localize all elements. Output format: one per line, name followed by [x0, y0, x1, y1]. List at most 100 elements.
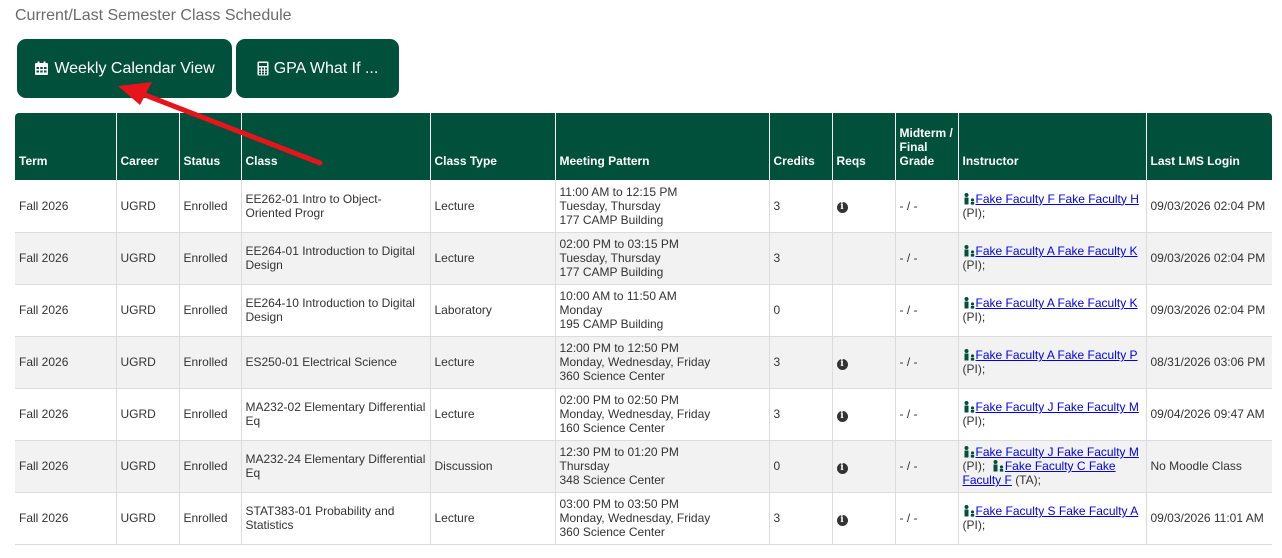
- person-icon: [964, 297, 974, 309]
- cell-meeting-pattern: 10:00 AM to 11:50 AM Monday 195 CAMP Build…: [555, 284, 770, 337]
- table-row: Fall 2026 UGRD Enrolled MA232-02 Elementary…: [15, 388, 1272, 441]
- cell-reqs: i: [832, 388, 896, 441]
- cell-class-type: Discussion: [430, 440, 556, 493]
- meeting-location: 360 Science Center: [559, 369, 665, 383]
- instructor-link[interactable]: Fake Faculty F Fake Faculty H: [976, 192, 1139, 206]
- table-header-row: Term Career Status Class Class Type Meet…: [15, 113, 1272, 180]
- cell-instructor: Fake Faculty F Fake Faculty H (PI);: [958, 180, 1147, 233]
- cell-term: Fall 2026: [15, 440, 117, 493]
- meeting-days: Monday, Wednesday, Friday: [559, 407, 711, 421]
- weekly-calendar-view-button[interactable]: Weekly Calendar View: [17, 39, 232, 98]
- instructor-link[interactable]: Fake Faculty J Fake Faculty M: [976, 400, 1139, 414]
- instructor-link[interactable]: Fake Faculty S Fake Faculty A: [976, 504, 1139, 518]
- cell-reqs: i: [832, 492, 896, 545]
- cell-career: UGRD: [116, 180, 180, 233]
- meeting-days: Monday, Wednesday, Friday: [559, 511, 711, 525]
- meeting-days: Thursday: [559, 459, 610, 473]
- header-meeting-pattern: Meeting Pattern: [555, 113, 770, 180]
- meeting-days: Monday, Wednesday, Friday: [559, 355, 711, 369]
- instructor-role: (PI);: [962, 414, 986, 428]
- meeting-location: 195 CAMP Building: [559, 317, 664, 331]
- table-row: Fall 2026 UGRD Enrolled MA232-24 Elementary…: [15, 440, 1272, 493]
- meeting-time: 12:30 PM to 01:20 PM: [559, 445, 679, 459]
- cell-term: Fall 2026: [15, 284, 117, 337]
- instructor-link[interactable]: Fake Faculty A Fake Faculty P: [976, 348, 1138, 362]
- gpa-what-if-button[interactable]: GPA What If ...: [236, 39, 399, 98]
- meeting-time: 12:00 PM to 12:50 PM: [559, 341, 679, 355]
- table-row: Fall 2026 UGRD Enrolled EE264-10 Introducti…: [15, 284, 1272, 337]
- cell-class-type: Lecture: [430, 180, 556, 233]
- cell-meeting-pattern: 12:00 PM to 12:50 PM Monday, Wednesday, F…: [555, 336, 770, 389]
- info-circle-icon[interactable]: i: [836, 514, 848, 526]
- person-icon: [964, 505, 974, 517]
- instructor-role-2: (TA);: [1015, 473, 1041, 487]
- cell-credits: 0: [769, 284, 833, 337]
- gpa-what-if-label: GPA What If ...: [273, 59, 379, 77]
- cell-reqs: [832, 232, 896, 285]
- cell-reqs: [832, 284, 896, 337]
- info-circle-icon[interactable]: i: [836, 202, 848, 214]
- instructor-role: (PI);: [962, 258, 986, 272]
- person-icon: [964, 192, 974, 205]
- cell-credits: 0: [769, 440, 833, 493]
- info-circle-icon[interactable]: i: [836, 358, 848, 370]
- header-grade-line3: Grade: [899, 154, 935, 168]
- cell-career: UGRD: [116, 336, 180, 389]
- meeting-location: 360 Science Center: [559, 525, 665, 539]
- cell-last-lms-login: 09/04/2026 09:47 AM: [1146, 388, 1272, 441]
- header-grade-line1: Midterm /: [899, 126, 953, 140]
- page-title: Current/Last Semester Class Schedule: [15, 7, 292, 24]
- calendar-icon: [35, 61, 49, 75]
- person-icon: [964, 401, 974, 413]
- meeting-location: 177 CAMP Building: [559, 212, 664, 227]
- cell-reqs: i: [832, 440, 896, 493]
- header-credits: Credits: [769, 113, 833, 180]
- header-grade-line2: Final: [899, 140, 928, 154]
- table-row: Fall 2026 UGRD Enrolled EE264-01 Introducti…: [15, 232, 1272, 285]
- cell-term: Fall 2026: [15, 232, 117, 285]
- meeting-time: 10:00 AM to 11:50 AM: [559, 289, 677, 303]
- instructor-role: (PI);: [962, 310, 986, 324]
- person-icon: [964, 446, 974, 458]
- cell-reqs: i: [832, 180, 896, 233]
- cell-status: Enrolled: [179, 180, 242, 233]
- weekly-calendar-view-label: Weekly Calendar View: [54, 59, 215, 77]
- cell-meeting-pattern: 02:00 PM to 03:15 PM Tuesday, Thursday 177…: [555, 232, 770, 285]
- instructor-role: (PI);: [962, 362, 986, 376]
- cell-last-lms-login: 08/31/2026 03:06 PM: [1146, 336, 1272, 389]
- meeting-time: 03:00 PM to 03:50 PM: [559, 497, 679, 511]
- cell-status: Enrolled: [179, 284, 242, 337]
- cell-class: ES250-01 Electrical Science: [241, 336, 431, 389]
- info-circle-icon[interactable]: i: [836, 462, 848, 474]
- cell-grade: - / -: [895, 336, 959, 389]
- cell-career: UGRD: [116, 284, 180, 337]
- meeting-location: 177 CAMP Building: [559, 265, 664, 279]
- cell-term: Fall 2026: [15, 388, 117, 441]
- cell-status: Enrolled: [179, 336, 242, 389]
- person-icon: [964, 349, 974, 361]
- cell-class-type: Lecture: [430, 388, 556, 441]
- cell-grade: - / -: [895, 232, 959, 285]
- cell-meeting-pattern: 02:00 PM to 02:50 PM Monday, Wednesday, F…: [555, 388, 770, 441]
- cell-meeting-pattern: 12:30 PM to 01:20 PM Thursday 348 Science …: [555, 440, 770, 493]
- instructor-link[interactable]: Fake Faculty A Fake Faculty K: [976, 244, 1138, 258]
- cell-instructor: Fake Faculty J Fake Faculty M (PI);: [958, 388, 1147, 441]
- instructor-link[interactable]: Fake Faculty A Fake Faculty K: [976, 296, 1138, 310]
- header-term: Term: [15, 113, 117, 180]
- cell-term: Fall 2026: [15, 336, 117, 389]
- cell-instructor: Fake Faculty A Fake Faculty K (PI);: [958, 232, 1147, 285]
- cell-class-type: Lecture: [430, 492, 556, 545]
- instructor-role: (PI);: [962, 518, 986, 532]
- header-class-type: Class Type: [430, 113, 556, 180]
- person-icon: [993, 460, 1004, 472]
- instructor-link[interactable]: Fake Faculty J Fake Faculty M: [976, 445, 1139, 459]
- cell-reqs: i: [832, 336, 896, 389]
- info-circle-icon[interactable]: i: [836, 410, 848, 422]
- header-status: Status: [179, 113, 242, 180]
- cell-career: UGRD: [116, 232, 180, 285]
- cell-career: UGRD: [116, 440, 180, 493]
- header-grade: Midterm / Final Grade: [895, 113, 959, 180]
- cell-meeting-pattern: 03:00 PM to 03:50 PM Monday, Wednesday, F…: [555, 492, 770, 545]
- cell-grade: - / -: [895, 440, 959, 493]
- cell-status: Enrolled: [179, 440, 242, 493]
